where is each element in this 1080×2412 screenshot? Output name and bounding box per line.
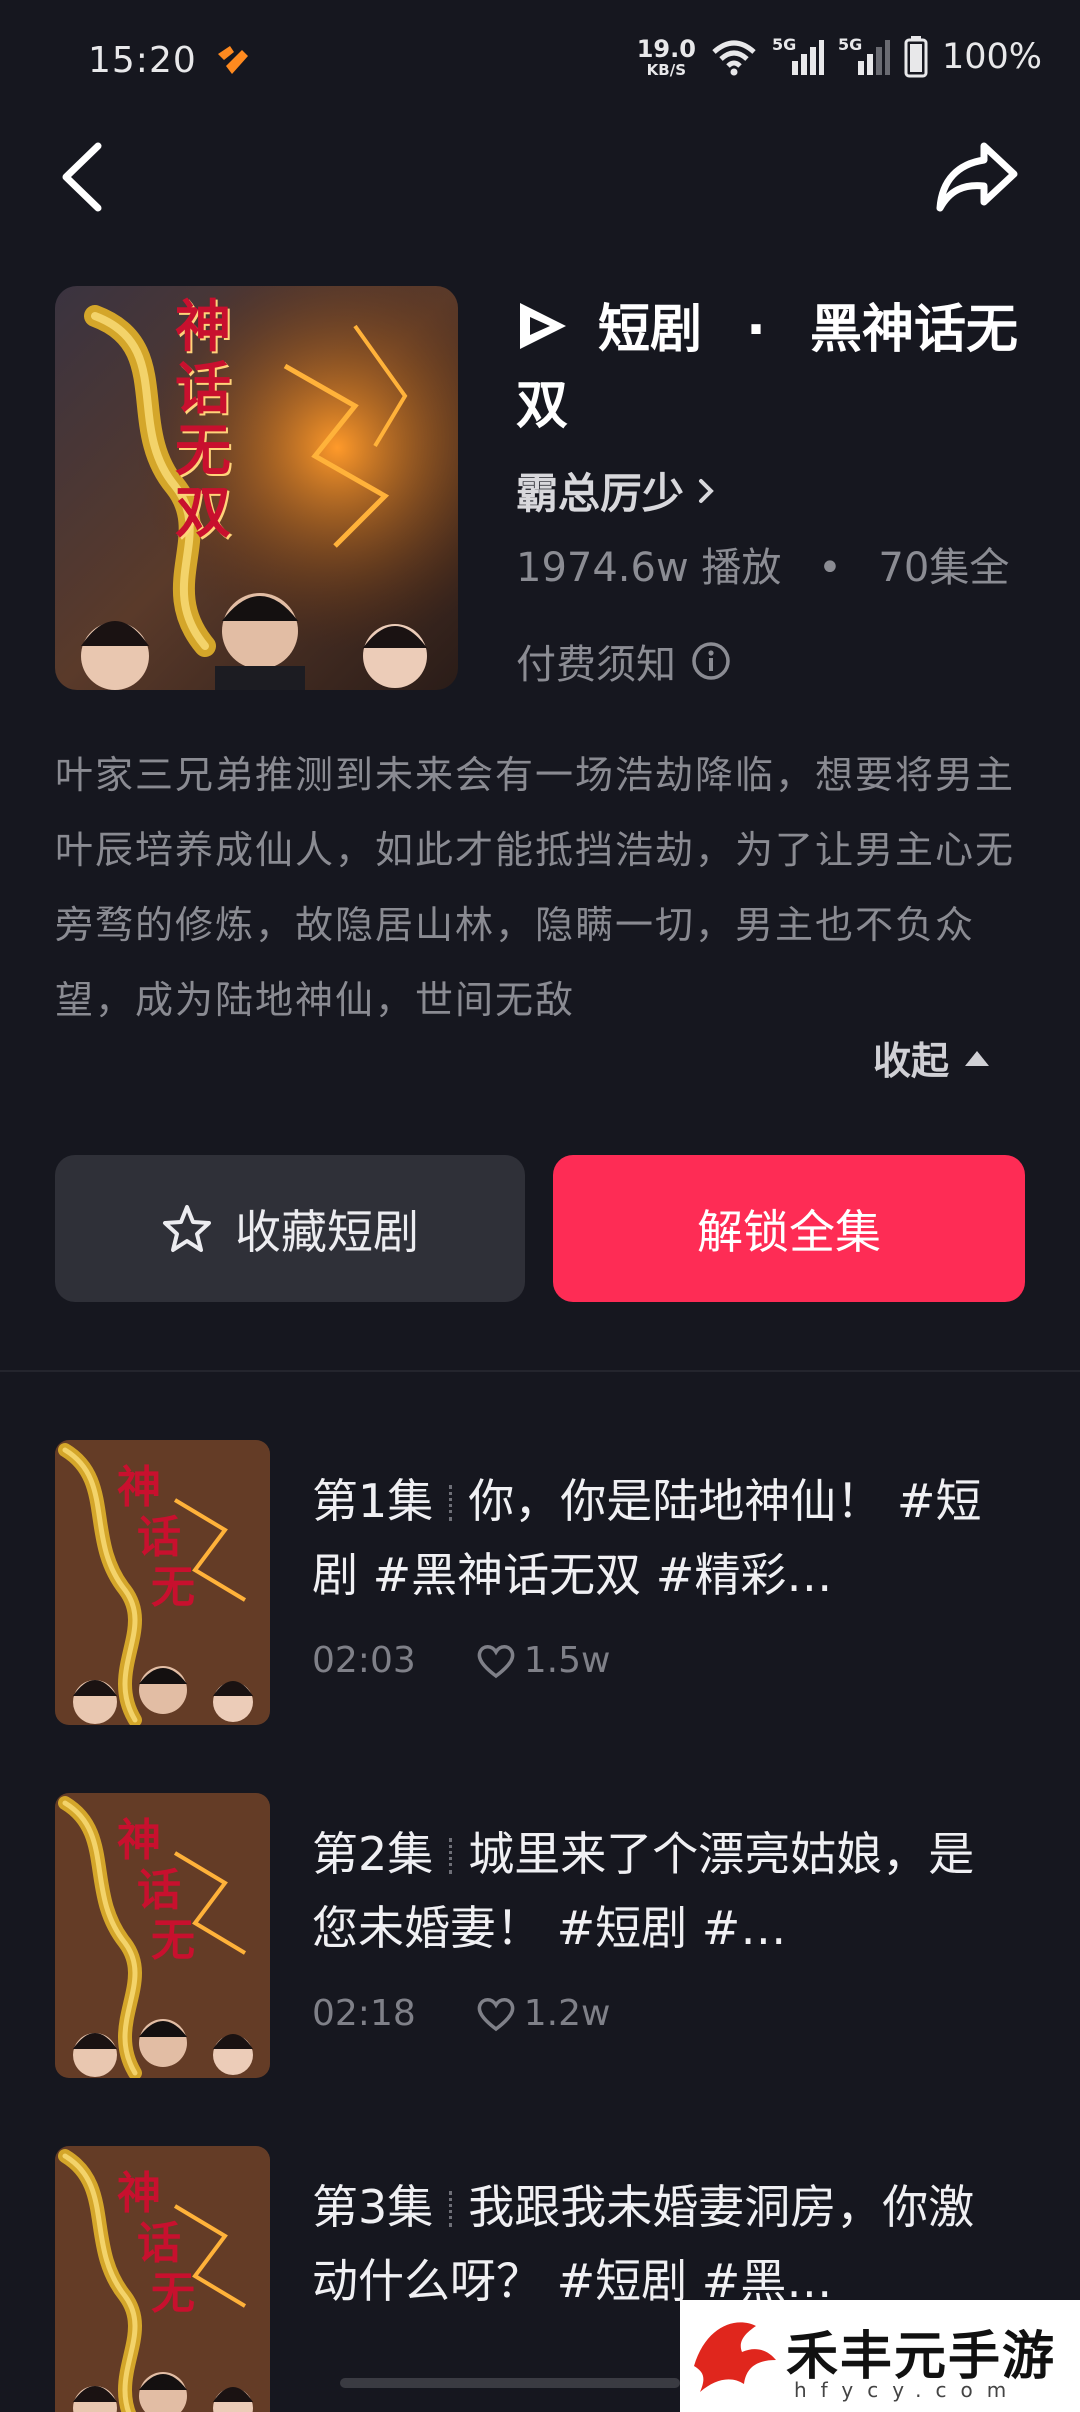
episode-thumbnail — [55, 1440, 270, 1725]
battery-percent: 100% — [941, 37, 1042, 77]
info-icon — [692, 642, 730, 680]
cover-art — [55, 286, 458, 690]
episode-item[interactable]: 第2集 城里来了个漂亮姑娘，是您未婚妻！ #短剧 #… 02:18 1.2w — [55, 1793, 1035, 2083]
episode-likes: 1.5w — [476, 1640, 611, 1681]
app-notification-icon — [218, 46, 248, 74]
status-time: 15:20 — [88, 40, 197, 81]
episode-number: 第1集 — [312, 1474, 434, 1528]
episode-likes: 1.2w — [476, 1993, 611, 2034]
play-count: 1974.6w 播放 — [516, 545, 782, 591]
battery-icon — [904, 36, 928, 78]
like-count: 1.2w — [523, 1993, 611, 2034]
status-bar: 15:20 19.0 KB/S 5G 5G 100% — [0, 0, 1080, 125]
episode-title: 第1集 你，你是陆地神仙！ #短剧 #黑神话无双 #精彩… — [312, 1464, 992, 1612]
pay-notice-link[interactable]: 付费须知 — [516, 632, 732, 690]
title-name: 黑神话无双 — [516, 300, 1019, 436]
unlock-all-button[interactable]: 解锁全集 — [553, 1155, 1025, 1302]
episode-separator — [449, 1485, 453, 1521]
network-speed: 19.0 KB/S — [636, 34, 696, 79]
episode-separator — [449, 2191, 453, 2227]
episode-title: 第3集 我跟我未婚妻洞房，你激动什么呀？ #短剧 #黑… — [312, 2170, 992, 2318]
signal-2: 5G — [838, 35, 890, 77]
episode-title: 第2集 城里来了个漂亮姑娘，是您未婚妻！ #短剧 #… — [312, 1817, 992, 1965]
episode-duration: 02:03 — [312, 1640, 416, 1681]
like-count: 1.5w — [523, 1640, 611, 1681]
triangle-up-icon — [965, 1050, 990, 1066]
status-indicators: 19.0 KB/S 5G 5G 100% — [636, 34, 1042, 79]
title-separator: · — [746, 300, 766, 360]
collapse-button[interactable]: 收起 — [873, 1030, 991, 1085]
signal-1: 5G — [772, 35, 824, 77]
unlock-label: 解锁全集 — [697, 1204, 881, 1259]
collapse-label: 收起 — [873, 1039, 950, 1083]
episode-separator — [449, 1838, 453, 1874]
share-icon[interactable] — [934, 138, 1020, 216]
short-drama-badge-icon — [520, 303, 566, 349]
category-label: 短剧 — [598, 300, 703, 360]
episode-item[interactable]: 第1集 你，你是陆地神仙！ #短剧 #黑神话无双 #精彩… 02:03 1.5w — [55, 1440, 1035, 1730]
favorite-drama-button[interactable]: 收藏短剧 — [55, 1155, 525, 1302]
heart-icon — [477, 1644, 515, 1678]
drama-title: 短剧 · 黑神话无双 — [516, 292, 1036, 444]
episode-thumbnail — [55, 1793, 270, 2078]
episode-count: 70集全 — [878, 545, 1010, 591]
watermark-url: hfycy.com — [794, 2378, 1021, 2402]
heart-icon — [477, 1997, 515, 2031]
home-indicator[interactable] — [340, 2378, 680, 2388]
episode-meta: 02:18 1.2w — [312, 1993, 610, 2034]
drama-stats: 1974.6w 播放 • 70集全 — [516, 535, 1009, 593]
episode-number: 第2集 — [312, 1827, 434, 1881]
section-divider — [0, 1370, 1080, 1372]
episode-number: 第3集 — [312, 2180, 434, 2234]
author-name: 霸总厉少 — [516, 469, 685, 518]
phoenix-logo-icon — [694, 2322, 776, 2392]
stats-separator: • — [818, 545, 842, 591]
drama-description: 叶家三兄弟推测到未来会有一场浩劫降临，想要将男主叶辰培养成仙人，如此才能抵挡浩劫… — [55, 753, 1016, 1022]
signal-bars-icon — [857, 40, 890, 75]
drama-cover-image[interactable]: 神话无双 — [55, 286, 458, 690]
back-arrow-icon[interactable] — [56, 138, 112, 216]
drama-title-block: 短剧 · 黑神话无双 — [516, 292, 1036, 444]
wifi-icon — [712, 40, 756, 76]
author-link[interactable]: 霸总厉少 — [516, 460, 716, 521]
pay-notice-label: 付费须知 — [516, 642, 676, 688]
episode-meta: 02:03 1.5w — [312, 1640, 610, 1681]
watermark-logo: 禾丰元手游 hfycy.com — [680, 2300, 1080, 2412]
favorite-label: 收藏短剧 — [235, 1204, 419, 1259]
episode-thumbnail — [55, 2146, 270, 2412]
signal-bars-icon — [791, 40, 824, 75]
cover-title-text: 神话无双 — [175, 294, 231, 546]
episode-duration: 02:18 — [312, 1993, 416, 2034]
chevron-right-icon — [699, 478, 714, 503]
star-icon — [163, 1204, 211, 1252]
